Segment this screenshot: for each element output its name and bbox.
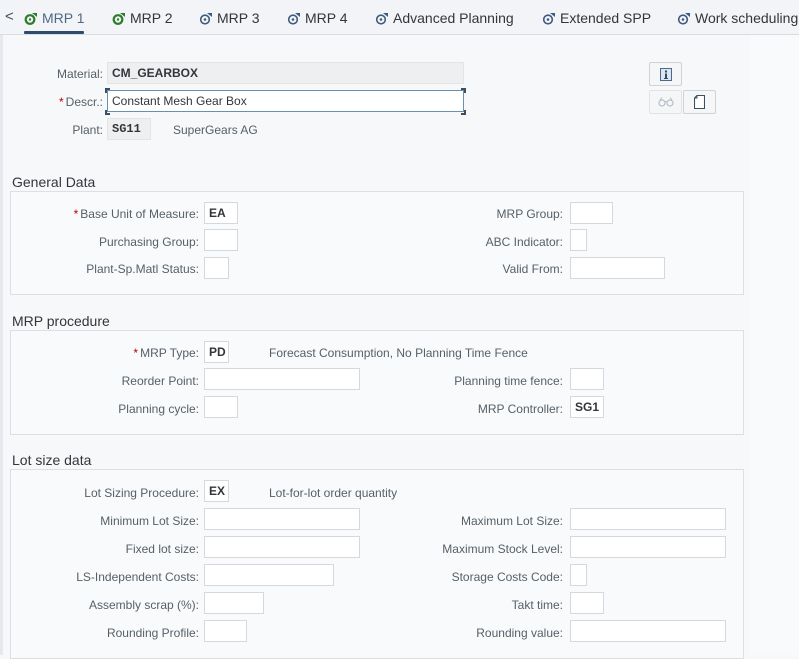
mrp-type-input[interactable]: PD — [204, 341, 229, 363]
reorder-point-label: Reorder Point: — [121, 374, 199, 388]
abc-indicator-label: ABC Indicator: — [485, 235, 563, 249]
tab-label: Work scheduling — [695, 10, 799, 26]
document-button[interactable] — [683, 90, 716, 114]
mrp-blue-icon — [542, 13, 555, 25]
tab-label: MRP 2 — [130, 10, 173, 26]
storage-costs-code-label: Storage Costs Code: — [451, 570, 563, 584]
abc-indicator-input[interactable] — [570, 229, 587, 251]
tab-label: Extended SPP — [560, 10, 652, 26]
tab-bar: < MRP 1 MRP 2 MRP 3 MRP 4 Advanced Plann… — [0, 0, 799, 35]
tab-advanced-planning[interactable]: Advanced Planning — [375, 9, 514, 27]
info-button[interactable] — [649, 62, 682, 86]
purchasing-group-input[interactable] — [204, 229, 238, 251]
reorder-point-input[interactable] — [204, 368, 360, 390]
right-panel — [750, 35, 799, 655]
assembly-scrap-label: Assembly scrap (%): — [88, 598, 199, 612]
planning-time-fence-input[interactable] — [570, 368, 604, 390]
required-marker: * — [133, 346, 139, 360]
ls-independent-costs-label: LS-Independent Costs: — [76, 570, 199, 584]
mrp-controller-input[interactable]: SG1 — [570, 396, 604, 418]
description-label-text: Descr.: — [65, 95, 103, 109]
tab-mrp-2[interactable]: MRP 2 — [112, 9, 173, 27]
required-marker: * — [58, 95, 64, 109]
tab-mrp-3[interactable]: MRP 3 — [199, 9, 260, 27]
storage-costs-code-input[interactable] — [570, 564, 587, 586]
mrp-controller-label: MRP Controller: — [477, 402, 563, 416]
purchasing-group-label: Purchasing Group: — [98, 235, 199, 249]
rounding-profile-label: Rounding Profile: — [106, 626, 199, 640]
rounding-value-input[interactable] — [570, 620, 726, 642]
plant-name: SuperGears AG — [173, 123, 258, 137]
fixed-lot-size-input[interactable] — [204, 536, 360, 558]
plant-field: SG11 — [107, 118, 151, 140]
tab-work-scheduling[interactable]: Work scheduling — [677, 9, 798, 27]
maximum-stock-level-label: Maximum Stock Level: — [442, 542, 563, 556]
planning-cycle-label: Planning cycle: — [118, 402, 199, 416]
mrp-green-icon — [112, 13, 125, 25]
mrp-type-label-text: MRP Type: — [140, 346, 199, 360]
mrp-blue-icon — [677, 13, 690, 25]
lot-sizing-procedure-input[interactable]: EX — [204, 480, 229, 502]
mrp-group-label: MRP Group: — [496, 207, 563, 221]
tab-label: MRP 1 — [42, 10, 85, 26]
base-unit-label: * Base Unit of Measure: — [74, 207, 199, 221]
document-icon — [694, 95, 705, 109]
tab-label: Advanced Planning — [393, 10, 514, 26]
takt-time-input[interactable] — [570, 592, 604, 614]
base-unit-label-text: Base Unit of Measure: — [80, 207, 199, 221]
lot-sizing-procedure-label: Lot Sizing Procedure: — [84, 486, 199, 500]
rounding-profile-input[interactable] — [204, 620, 247, 642]
maximum-lot-size-input[interactable] — [570, 508, 726, 530]
active-tab-indicator — [24, 31, 84, 34]
minimum-lot-size-input[interactable] — [204, 508, 360, 530]
valid-from-label: Valid From: — [502, 262, 563, 276]
maximum-lot-size-label: Maximum Lot Size: — [460, 514, 563, 528]
required-marker: * — [73, 207, 79, 221]
mrp-procedure-title: MRP procedure — [12, 313, 110, 329]
tab-mrp-4[interactable]: MRP 4 — [287, 9, 348, 27]
takt-time-label: Takt time: — [511, 598, 563, 612]
base-unit-input[interactable]: EA — [204, 202, 238, 224]
mrp-blue-icon — [375, 13, 388, 25]
description-input[interactable]: Constant Mesh Gear Box — [107, 90, 464, 112]
mrp-group-input[interactable] — [570, 202, 613, 224]
focus-corner — [105, 88, 110, 93]
glasses-icon — [657, 97, 674, 107]
mrp-blue-icon — [199, 13, 212, 25]
general-data-title: General Data — [12, 174, 96, 190]
focus-corner — [461, 88, 466, 93]
plant-sp-matl-status-label: Plant-Sp.Matl Status: — [86, 262, 199, 276]
fixed-lot-size-label: Fixed lot size: — [125, 542, 199, 556]
valid-from-input[interactable] — [570, 257, 665, 279]
focus-corner — [461, 110, 466, 115]
tab-extended-spp[interactable]: Extended SPP — [542, 9, 651, 27]
mrp-green-icon — [24, 13, 37, 25]
planning-cycle-input[interactable] — [204, 396, 238, 418]
info-icon — [659, 67, 672, 81]
material-field: CM_GEARBOX — [107, 62, 464, 84]
minimum-lot-size-label: Minimum Lot Size: — [100, 514, 199, 528]
maximum-stock-level-input[interactable] — [570, 536, 726, 558]
tab-label: MRP 4 — [305, 10, 348, 26]
mrp-type-label: * MRP Type: — [133, 346, 199, 360]
mrp-blue-icon — [287, 13, 300, 25]
assembly-scrap-input[interactable] — [204, 592, 264, 614]
planning-time-fence-label: Planning time fence: — [454, 374, 563, 388]
display-button[interactable] — [649, 90, 682, 114]
rounding-value-label: Rounding value: — [476, 626, 563, 640]
plant-sp-matl-status-input[interactable] — [204, 257, 229, 279]
tab-mrp-1[interactable]: MRP 1 — [24, 9, 85, 27]
plant-label: Plant: — [72, 123, 103, 137]
tab-label: MRP 3 — [217, 10, 260, 26]
lot-sizing-procedure-description: Lot-for-lot order quantity — [269, 486, 398, 500]
scroll-tabs-left-button[interactable]: < — [5, 9, 14, 25]
description-label: * Descr.: — [59, 95, 103, 109]
material-label: Material: — [56, 67, 103, 81]
mrp-type-description: Forecast Consumption, No Planning Time F… — [269, 346, 528, 360]
ls-independent-costs-input[interactable] — [204, 564, 334, 586]
focus-corner — [105, 110, 110, 115]
lot-size-data-title: Lot size data — [12, 452, 92, 468]
